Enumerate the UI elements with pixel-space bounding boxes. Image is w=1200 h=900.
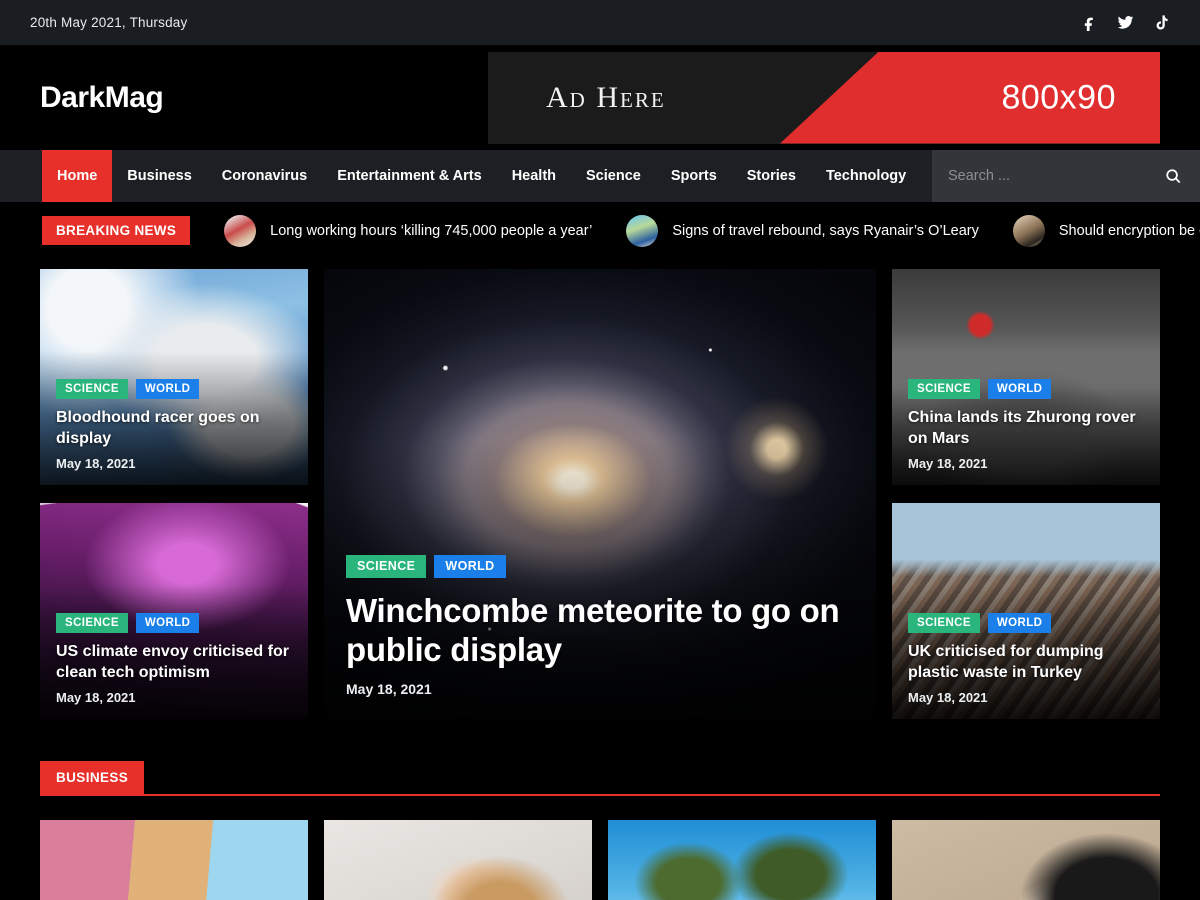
article-date: May 18, 2021: [908, 690, 988, 705]
category-badges: SCIENCE WORLD: [56, 379, 292, 400]
section-header: BUSINESS: [40, 761, 1160, 796]
breaking-news-tag: BREAKING NEWS: [42, 216, 191, 245]
nav-item-coronavirus[interactable]: Coronavirus: [207, 150, 322, 202]
article-body: SCIENCE WORLD Bloodhound racer goes on d…: [40, 365, 308, 485]
category-badge-world[interactable]: WORLD: [135, 379, 200, 400]
category-badge-world[interactable]: WORLD: [434, 555, 506, 579]
category-badge-world[interactable]: WORLD: [987, 613, 1052, 634]
article-card-bloodhound[interactable]: SCIENCE WORLD Bloodhound racer goes on d…: [40, 269, 308, 485]
nav-item-sports[interactable]: Sports: [656, 150, 732, 202]
business-thumbnail[interactable]: [892, 820, 1160, 900]
category-badges: SCIENCE WORLD: [908, 379, 1144, 400]
ticker-title: Should encryption be c: [1058, 222, 1200, 239]
nav-list: Home Business Coronavirus Entertainment …: [42, 150, 921, 202]
category-badge-science[interactable]: SCIENCE: [346, 555, 427, 579]
site-header: DarkMag Ad Here 800x90: [0, 45, 1200, 150]
nav-item-science[interactable]: Science: [571, 150, 656, 202]
site-logo[interactable]: DarkMag: [40, 81, 164, 115]
article-card-plastic-waste-turkey[interactable]: SCIENCE WORLD UK criticised for dumping …: [892, 503, 1160, 719]
business-thumbnail[interactable]: [324, 820, 592, 900]
ad-banner[interactable]: Ad Here 800x90: [488, 51, 1160, 144]
featured-left-column: SCIENCE WORLD Bloodhound racer goes on d…: [40, 269, 308, 719]
ticker-thumbnail: [224, 214, 257, 247]
search-box[interactable]: [932, 150, 1200, 202]
facebook-icon[interactable]: [1081, 14, 1098, 31]
article-body: SCIENCE WORLD UK criticised for dumping …: [892, 599, 1160, 719]
ticker-thumbnail: [626, 214, 659, 247]
article-card-zhurong-rover[interactable]: SCIENCE WORLD China lands its Zhurong ro…: [892, 269, 1160, 485]
ticker-title: Long working hours ‘killing 745,000 peop…: [270, 222, 593, 239]
nav-item-technology[interactable]: Technology: [811, 150, 921, 202]
tiktok-icon[interactable]: [1153, 14, 1170, 31]
ticker-item[interactable]: Signs of travel rebound, says Ryanair’s …: [626, 214, 979, 247]
category-badges: SCIENCE WORLD: [56, 613, 292, 634]
twitter-icon[interactable]: [1117, 14, 1134, 31]
category-badge-world[interactable]: WORLD: [135, 613, 200, 634]
category-badge-science[interactable]: SCIENCE: [908, 613, 980, 634]
article-body: SCIENCE WORLD Winchcombe meteorite to go…: [324, 535, 876, 719]
category-badge-science[interactable]: SCIENCE: [908, 379, 980, 400]
breaking-news-ticker: BREAKING NEWS Long working hours ‘killin…: [0, 202, 1200, 259]
article-date: May 18, 2021: [56, 690, 136, 705]
ad-slot[interactable]: Ad Here 800x90: [488, 51, 1160, 144]
nav-item-entertainment-arts[interactable]: Entertainment & Arts: [322, 150, 496, 202]
nav-item-business[interactable]: Business: [112, 150, 206, 202]
business-section: BUSINESS: [0, 761, 1200, 900]
featured-hero-column: SCIENCE WORLD Winchcombe meteorite to go…: [324, 269, 876, 719]
article-title[interactable]: Bloodhound racer goes on display: [56, 408, 292, 449]
featured-articles-grid: SCIENCE WORLD Bloodhound racer goes on d…: [0, 269, 1200, 719]
article-date: May 18, 2021: [346, 681, 432, 697]
article-body: SCIENCE WORLD China lands its Zhurong ro…: [892, 365, 1160, 485]
article-title[interactable]: US climate envoy criticised for clean te…: [56, 642, 292, 683]
ad-dimensions: 800x90: [1001, 78, 1116, 116]
section-tab-business[interactable]: BUSINESS: [40, 761, 145, 794]
featured-right-column: SCIENCE WORLD China lands its Zhurong ro…: [892, 269, 1160, 719]
main-navigation: Home Business Coronavirus Entertainment …: [0, 150, 1200, 202]
article-title[interactable]: China lands its Zhurong rover on Mars: [908, 408, 1144, 449]
article-title[interactable]: Winchcombe meteorite to go on public dis…: [346, 592, 854, 669]
category-badge-science[interactable]: SCIENCE: [56, 613, 128, 634]
article-card-us-climate-envoy[interactable]: SCIENCE WORLD US climate envoy criticise…: [40, 503, 308, 719]
nav-item-health[interactable]: Health: [497, 150, 571, 202]
current-date: 20th May 2021, Thursday: [30, 15, 188, 30]
ticker-title: Signs of travel rebound, says Ryanair’s …: [672, 222, 979, 239]
article-card-winchcombe-meteorite[interactable]: SCIENCE WORLD Winchcombe meteorite to go…: [324, 269, 876, 719]
article-date: May 18, 2021: [908, 456, 988, 471]
article-body: SCIENCE WORLD US climate envoy criticise…: [40, 599, 308, 719]
nav-item-home[interactable]: Home: [42, 150, 113, 202]
search-input[interactable]: [948, 168, 1165, 184]
category-badge-world[interactable]: WORLD: [987, 379, 1052, 400]
category-badge-science[interactable]: SCIENCE: [56, 379, 128, 400]
ticker-item[interactable]: Should encryption be c: [1012, 214, 1200, 247]
article-title[interactable]: UK criticised for dumping plastic waste …: [908, 642, 1144, 683]
search-icon[interactable]: [1165, 168, 1182, 185]
top-bar: 20th May 2021, Thursday: [0, 0, 1200, 45]
ticker-item[interactable]: Long working hours ‘killing 745,000 peop…: [224, 214, 593, 247]
article-date: May 18, 2021: [56, 456, 136, 471]
ticker-thumbnail: [1012, 214, 1045, 247]
category-badges: SCIENCE WORLD: [346, 555, 854, 579]
nav-item-stories[interactable]: Stories: [732, 150, 811, 202]
business-thumbnail[interactable]: [608, 820, 876, 900]
business-thumbnail[interactable]: [40, 820, 308, 900]
social-links: [1081, 14, 1170, 31]
ad-headline: Ad Here: [546, 80, 666, 114]
business-article-grid: [40, 820, 1160, 900]
category-badges: SCIENCE WORLD: [908, 613, 1144, 634]
